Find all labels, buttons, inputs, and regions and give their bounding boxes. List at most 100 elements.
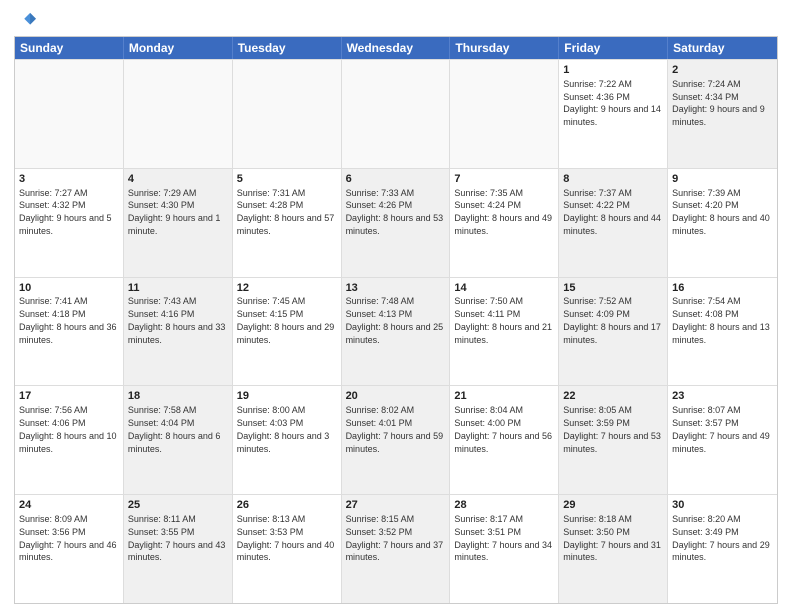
day-info: Sunrise: 7:39 AM Sunset: 4:20 PM Dayligh… — [672, 188, 770, 236]
day-number: 4 — [128, 172, 228, 187]
cal-cell-13: 13Sunrise: 7:48 AM Sunset: 4:13 PM Dayli… — [342, 278, 451, 386]
cal-cell-22: 22Sunrise: 8:05 AM Sunset: 3:59 PM Dayli… — [559, 386, 668, 494]
day-info: Sunrise: 8:05 AM Sunset: 3:59 PM Dayligh… — [563, 405, 661, 453]
day-info: Sunrise: 7:22 AM Sunset: 4:36 PM Dayligh… — [563, 79, 661, 127]
header-cell-saturday: Saturday — [668, 37, 777, 59]
day-number: 14 — [454, 281, 554, 296]
header — [14, 10, 778, 32]
cal-cell-empty-0-1 — [124, 60, 233, 168]
day-info: Sunrise: 8:00 AM Sunset: 4:03 PM Dayligh… — [237, 405, 330, 453]
day-number: 13 — [346, 281, 446, 296]
day-info: Sunrise: 7:37 AM Sunset: 4:22 PM Dayligh… — [563, 188, 661, 236]
day-info: Sunrise: 8:13 AM Sunset: 3:53 PM Dayligh… — [237, 514, 335, 562]
cal-cell-1: 1Sunrise: 7:22 AM Sunset: 4:36 PM Daylig… — [559, 60, 668, 168]
day-number: 18 — [128, 389, 228, 404]
header-cell-tuesday: Tuesday — [233, 37, 342, 59]
header-cell-wednesday: Wednesday — [342, 37, 451, 59]
day-number: 25 — [128, 498, 228, 513]
cal-cell-29: 29Sunrise: 8:18 AM Sunset: 3:50 PM Dayli… — [559, 495, 668, 603]
cal-cell-19: 19Sunrise: 8:00 AM Sunset: 4:03 PM Dayli… — [233, 386, 342, 494]
day-info: Sunrise: 7:27 AM Sunset: 4:32 PM Dayligh… — [19, 188, 112, 236]
day-number: 16 — [672, 281, 773, 296]
cal-cell-27: 27Sunrise: 8:15 AM Sunset: 3:52 PM Dayli… — [342, 495, 451, 603]
cal-cell-11: 11Sunrise: 7:43 AM Sunset: 4:16 PM Dayli… — [124, 278, 233, 386]
day-info: Sunrise: 7:41 AM Sunset: 4:18 PM Dayligh… — [19, 296, 117, 344]
week-row-1: 1Sunrise: 7:22 AM Sunset: 4:36 PM Daylig… — [15, 59, 777, 168]
day-number: 26 — [237, 498, 337, 513]
day-number: 28 — [454, 498, 554, 513]
week-row-3: 10Sunrise: 7:41 AM Sunset: 4:18 PM Dayli… — [15, 277, 777, 386]
logo-icon — [14, 10, 36, 32]
day-info: Sunrise: 7:45 AM Sunset: 4:15 PM Dayligh… — [237, 296, 335, 344]
day-number: 29 — [563, 498, 663, 513]
day-number: 17 — [19, 389, 119, 404]
cal-cell-8: 8Sunrise: 7:37 AM Sunset: 4:22 PM Daylig… — [559, 169, 668, 277]
day-info: Sunrise: 7:58 AM Sunset: 4:04 PM Dayligh… — [128, 405, 221, 453]
header-cell-sunday: Sunday — [15, 37, 124, 59]
week-row-5: 24Sunrise: 8:09 AM Sunset: 3:56 PM Dayli… — [15, 494, 777, 603]
header-cell-friday: Friday — [559, 37, 668, 59]
logo — [14, 10, 38, 32]
cal-cell-24: 24Sunrise: 8:09 AM Sunset: 3:56 PM Dayli… — [15, 495, 124, 603]
day-info: Sunrise: 7:54 AM Sunset: 4:08 PM Dayligh… — [672, 296, 770, 344]
cal-cell-17: 17Sunrise: 7:56 AM Sunset: 4:06 PM Dayli… — [15, 386, 124, 494]
page: SundayMondayTuesdayWednesdayThursdayFrid… — [0, 0, 792, 612]
cal-cell-30: 30Sunrise: 8:20 AM Sunset: 3:49 PM Dayli… — [668, 495, 777, 603]
day-number: 12 — [237, 281, 337, 296]
day-number: 30 — [672, 498, 773, 513]
day-info: Sunrise: 7:52 AM Sunset: 4:09 PM Dayligh… — [563, 296, 661, 344]
cal-cell-18: 18Sunrise: 7:58 AM Sunset: 4:04 PM Dayli… — [124, 386, 233, 494]
cal-cell-empty-0-2 — [233, 60, 342, 168]
cal-cell-25: 25Sunrise: 8:11 AM Sunset: 3:55 PM Dayli… — [124, 495, 233, 603]
day-number: 24 — [19, 498, 119, 513]
day-number: 10 — [19, 281, 119, 296]
cal-cell-16: 16Sunrise: 7:54 AM Sunset: 4:08 PM Dayli… — [668, 278, 777, 386]
day-info: Sunrise: 8:11 AM Sunset: 3:55 PM Dayligh… — [128, 514, 226, 562]
day-number: 19 — [237, 389, 337, 404]
day-number: 22 — [563, 389, 663, 404]
week-row-4: 17Sunrise: 7:56 AM Sunset: 4:06 PM Dayli… — [15, 385, 777, 494]
day-number: 11 — [128, 281, 228, 296]
cal-cell-12: 12Sunrise: 7:45 AM Sunset: 4:15 PM Dayli… — [233, 278, 342, 386]
day-number: 1 — [563, 63, 663, 78]
cal-cell-5: 5Sunrise: 7:31 AM Sunset: 4:28 PM Daylig… — [233, 169, 342, 277]
day-number: 23 — [672, 389, 773, 404]
day-info: Sunrise: 7:50 AM Sunset: 4:11 PM Dayligh… — [454, 296, 552, 344]
day-number: 27 — [346, 498, 446, 513]
cal-cell-20: 20Sunrise: 8:02 AM Sunset: 4:01 PM Dayli… — [342, 386, 451, 494]
day-info: Sunrise: 8:09 AM Sunset: 3:56 PM Dayligh… — [19, 514, 117, 562]
cal-cell-2: 2Sunrise: 7:24 AM Sunset: 4:34 PM Daylig… — [668, 60, 777, 168]
day-info: Sunrise: 8:20 AM Sunset: 3:49 PM Dayligh… — [672, 514, 770, 562]
calendar-header: SundayMondayTuesdayWednesdayThursdayFrid… — [15, 37, 777, 59]
cal-cell-6: 6Sunrise: 7:33 AM Sunset: 4:26 PM Daylig… — [342, 169, 451, 277]
cal-cell-23: 23Sunrise: 8:07 AM Sunset: 3:57 PM Dayli… — [668, 386, 777, 494]
cal-cell-10: 10Sunrise: 7:41 AM Sunset: 4:18 PM Dayli… — [15, 278, 124, 386]
day-info: Sunrise: 7:56 AM Sunset: 4:06 PM Dayligh… — [19, 405, 117, 453]
calendar-body: 1Sunrise: 7:22 AM Sunset: 4:36 PM Daylig… — [15, 59, 777, 603]
day-number: 6 — [346, 172, 446, 187]
cal-cell-4: 4Sunrise: 7:29 AM Sunset: 4:30 PM Daylig… — [124, 169, 233, 277]
day-number: 5 — [237, 172, 337, 187]
day-info: Sunrise: 7:33 AM Sunset: 4:26 PM Dayligh… — [346, 188, 444, 236]
day-info: Sunrise: 7:29 AM Sunset: 4:30 PM Dayligh… — [128, 188, 221, 236]
day-info: Sunrise: 8:15 AM Sunset: 3:52 PM Dayligh… — [346, 514, 444, 562]
day-info: Sunrise: 7:43 AM Sunset: 4:16 PM Dayligh… — [128, 296, 226, 344]
calendar: SundayMondayTuesdayWednesdayThursdayFrid… — [14, 36, 778, 604]
cal-cell-empty-0-3 — [342, 60, 451, 168]
cal-cell-empty-0-4 — [450, 60, 559, 168]
day-info: Sunrise: 8:07 AM Sunset: 3:57 PM Dayligh… — [672, 405, 770, 453]
day-number: 7 — [454, 172, 554, 187]
cal-cell-empty-0-0 — [15, 60, 124, 168]
day-info: Sunrise: 7:24 AM Sunset: 4:34 PM Dayligh… — [672, 79, 765, 127]
day-info: Sunrise: 8:18 AM Sunset: 3:50 PM Dayligh… — [563, 514, 661, 562]
day-number: 15 — [563, 281, 663, 296]
cal-cell-21: 21Sunrise: 8:04 AM Sunset: 4:00 PM Dayli… — [450, 386, 559, 494]
day-number: 3 — [19, 172, 119, 187]
cal-cell-9: 9Sunrise: 7:39 AM Sunset: 4:20 PM Daylig… — [668, 169, 777, 277]
day-info: Sunrise: 8:04 AM Sunset: 4:00 PM Dayligh… — [454, 405, 552, 453]
week-row-2: 3Sunrise: 7:27 AM Sunset: 4:32 PM Daylig… — [15, 168, 777, 277]
day-number: 20 — [346, 389, 446, 404]
header-cell-monday: Monday — [124, 37, 233, 59]
cal-cell-7: 7Sunrise: 7:35 AM Sunset: 4:24 PM Daylig… — [450, 169, 559, 277]
cal-cell-26: 26Sunrise: 8:13 AM Sunset: 3:53 PM Dayli… — [233, 495, 342, 603]
